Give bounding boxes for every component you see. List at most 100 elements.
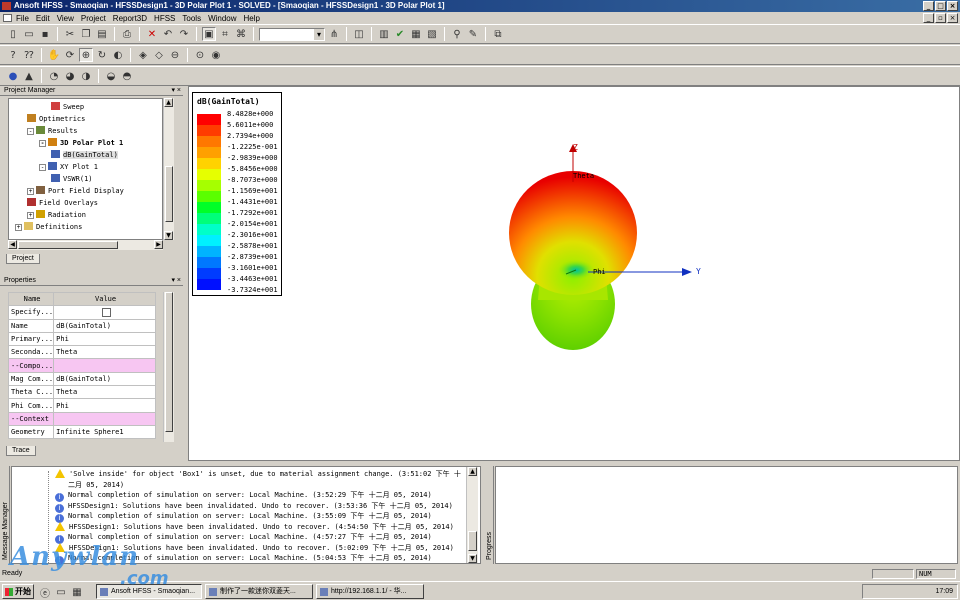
message-item[interactable]: 二月 05, 2014) (68, 480, 124, 491)
undo-icon[interactable]: ↶ (161, 27, 175, 41)
expander-icon[interactable]: - (39, 140, 46, 147)
rotate-axis-icon[interactable]: ↻ (95, 48, 109, 62)
minimize-button[interactable]: _ (923, 1, 934, 11)
pan-icon[interactable]: ✋ (47, 48, 61, 62)
project-tree[interactable]: Sweep Optimetrics - Results -3D Polar Plot 1… (8, 98, 163, 240)
tab-project[interactable]: Project (6, 254, 40, 264)
excel-icon[interactable]: ▦ (70, 585, 84, 599)
progress-tab[interactable]: Progress (484, 466, 494, 564)
task-forum[interactable]: 制作了一款迷你双菱天... (205, 584, 313, 599)
property-value[interactable] (53, 358, 156, 373)
tree-item[interactable]: Optimetrics (27, 114, 85, 125)
scroll-up-icon[interactable]: ▲ (164, 98, 173, 107)
property-value[interactable]: Phi (53, 331, 156, 347)
property-value[interactable]: Phi (53, 398, 156, 413)
message-item[interactable]: i Normal completion of simulation on serv… (55, 553, 432, 565)
select-icon[interactable]: ▣ (202, 27, 216, 41)
menu-window[interactable]: Window (208, 14, 236, 23)
rotate-icon[interactable]: ⟳ (63, 48, 77, 62)
panel-close-icon[interactable]: ▾ × (171, 86, 181, 95)
polar-plot-canvas[interactable]: Z Theta Y Phi (188, 86, 960, 461)
context-help-icon[interactable]: ⁇ (22, 48, 36, 62)
fit-selection-icon[interactable]: ◇ (152, 48, 166, 62)
property-value[interactable] (53, 411, 156, 426)
expander-icon[interactable]: - (39, 164, 46, 171)
scroll-down-icon[interactable]: ▼ (164, 231, 173, 240)
property-checkbox[interactable] (102, 307, 112, 317)
hscroll-thumb[interactable] (18, 241, 118, 249)
validate-icon[interactable]: ▥ (377, 27, 391, 41)
menu-tools[interactable]: Tools (182, 14, 201, 23)
scroll-up-icon[interactable]: ▲ (468, 467, 477, 476)
message-list[interactable]: 'Solve inside' for object 'Box1' is unse… (11, 466, 481, 565)
menu-report3d[interactable]: Report3D (113, 14, 147, 23)
paste-icon[interactable]: ▤ (95, 27, 109, 41)
copy-icon[interactable]: ❐ (79, 27, 93, 41)
properties-scrollbar[interactable] (163, 292, 174, 442)
message-item[interactable]: HFSSDesign1: Solutions have been invalid… (55, 521, 454, 533)
property-row[interactable]: Name dB(GainTotal) (7, 318, 156, 333)
tree-item[interactable]: + Radiation (27, 210, 86, 221)
menu-edit[interactable]: Edit (36, 14, 50, 23)
message-scrollbar[interactable]: ▲ ▼ (466, 467, 478, 563)
expander-icon[interactable]: - (27, 128, 34, 135)
render-icon[interactable]: ◒ (104, 69, 118, 83)
folder-icon[interactable]: ▭ (54, 585, 68, 599)
open-icon[interactable]: ▭ (22, 27, 36, 41)
tree-item[interactable]: + Port Field Display (27, 186, 124, 197)
property-value[interactable]: dB(GainTotal) (53, 371, 156, 387)
maximize-button[interactable]: □ (935, 1, 946, 11)
tab-trace[interactable]: Trace (6, 446, 36, 456)
menu-help[interactable]: Help (244, 14, 260, 23)
message-manager-tab[interactable]: Message Manager (0, 466, 10, 564)
menu-file[interactable]: File (16, 14, 29, 23)
document-icon[interactable] (3, 14, 12, 22)
magnify-icon[interactable]: ⊙ (193, 48, 207, 62)
tree-item[interactable]: - 3D Polar Plot 1 (39, 138, 123, 149)
child-restore-button[interactable]: ▫ (935, 13, 946, 23)
tree-item[interactable]: Field Overlays (27, 198, 98, 209)
child-close-button[interactable]: × (947, 13, 958, 23)
expander-icon[interactable]: + (15, 224, 22, 231)
scroll-down-icon[interactable]: ▼ (468, 554, 477, 563)
property-row[interactable]: Geometry Infinite Sphere1 (7, 424, 156, 440)
new-icon[interactable]: ▯ (6, 27, 20, 41)
expander-icon[interactable]: + (27, 188, 34, 195)
window-icon[interactable]: ⧉ (491, 27, 505, 41)
color-legend[interactable]: dB(GainTotal) 8.4828e+000 5.6011e+000 2.73… (192, 92, 282, 296)
cone-icon[interactable]: ▲ (22, 69, 36, 83)
grid-icon[interactable]: ◫ (352, 27, 366, 41)
panel-close-icon[interactable]: ▾ × (171, 276, 181, 285)
menu-view[interactable]: View (57, 14, 74, 23)
task-browser[interactable]: http://192.168.1.1/ - 华... (316, 584, 424, 599)
hide-icon[interactable]: ◕ (63, 69, 77, 83)
property-value[interactable] (53, 305, 156, 320)
scroll-thumb[interactable] (165, 292, 173, 432)
task-hfss[interactable]: Ansoft HFSS - Smaoqian... (96, 584, 202, 599)
message-item[interactable]: HFSSDesign1: Solutions have been invalid… (55, 542, 454, 554)
sphere-icon[interactable]: ● (6, 69, 20, 83)
tree-item[interactable]: dB(GainTotal) (51, 150, 118, 161)
analyze-icon[interactable]: ✔ (393, 27, 407, 41)
scroll-thumb[interactable] (468, 531, 477, 551)
expander-icon[interactable]: + (27, 212, 34, 219)
tree-item[interactable]: + Definitions (15, 222, 82, 233)
wireframe-icon[interactable]: ◓ (120, 69, 134, 83)
close-button[interactable]: × (947, 1, 958, 11)
shade-icon[interactable]: ◉ (209, 48, 223, 62)
select-face-icon[interactable]: ⌘ (234, 27, 248, 41)
tree-item[interactable]: - XY Plot 1 (39, 162, 98, 173)
show-icon[interactable]: ◑ (79, 69, 93, 83)
message-item[interactable]: 'Solve inside' for object 'Box1' is unse… (55, 469, 461, 480)
property-row[interactable]: Specify... (7, 305, 156, 320)
property-value[interactable]: dB(GainTotal) (53, 318, 156, 333)
property-value[interactable]: Theta (53, 385, 156, 400)
menu-project[interactable]: Project (81, 14, 106, 23)
delete-icon[interactable]: ✕ (145, 27, 159, 41)
property-row[interactable]: --Context (7, 411, 156, 426)
menu-hfss[interactable]: HFSS (154, 14, 175, 23)
select-object-icon[interactable]: ⌗ (218, 27, 232, 41)
scroll-right-icon[interactable]: ▶ (154, 240, 163, 249)
property-row[interactable]: Seconda... Theta (7, 345, 156, 360)
print-icon[interactable]: ⎙ (120, 27, 134, 41)
